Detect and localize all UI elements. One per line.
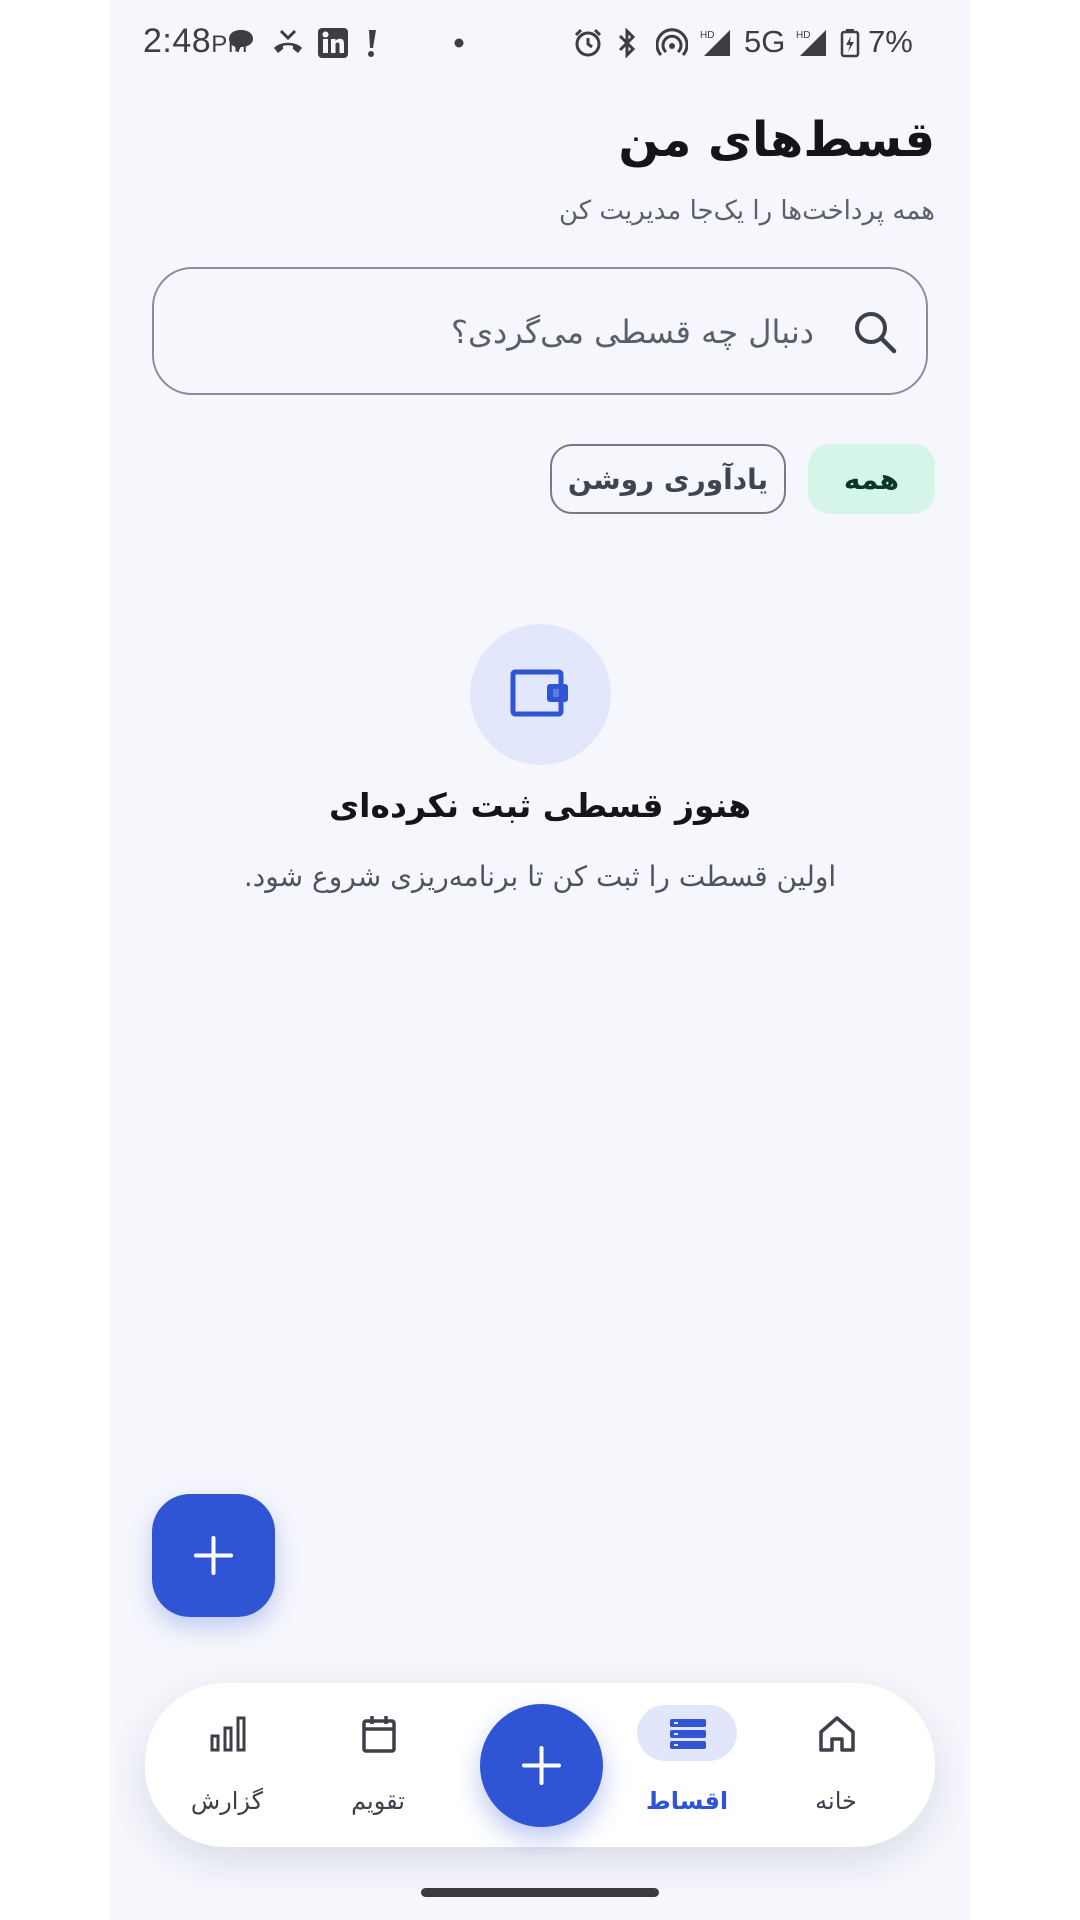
page-subtitle: همه پرداخت‌ها را یک‌جا مدیریت کن [559,196,935,226]
nav-label-installments: اقساط [645,1787,729,1815]
status-time-value: 2:48 [143,22,212,60]
nav-item-report[interactable]: گزارش [167,1683,287,1847]
signal-hd-icon: HD [796,30,826,56]
battery-charging-icon [840,29,860,58]
nav-add-button[interactable] [480,1704,603,1827]
filter-chip-reminder-on[interactable]: یادآوری روشن [550,444,786,514]
nav-item-home[interactable]: خانه [776,1683,896,1847]
chat-bubble-icon [229,30,253,52]
nav-label-calendar: تقویم [351,1787,405,1815]
nav-label-report: گزارش [190,1787,264,1815]
app-screen: 2:48PM [110,0,970,1920]
page-title: قسط‌های من [618,112,935,168]
empty-state-illustration [470,624,611,765]
list-icon [670,1719,706,1749]
bluetooth-icon [618,28,636,58]
svg-text:HD: HD [700,30,714,41]
wallet-icon [510,669,568,717]
add-installment-fab[interactable] [152,1494,275,1617]
status-bar: 2:48PM HD 5G HD 7% [110,0,970,86]
alarm-icon [574,28,602,57]
home-indicator[interactable] [421,1888,659,1897]
home-icon [819,1716,855,1752]
nav-icon-container [798,1705,874,1761]
nav-icon-container [189,1705,265,1761]
network-type: 5G [744,24,786,59]
search-box[interactable] [152,267,928,395]
nav-icon-container [340,1705,416,1761]
empty-state-description: اولین قسطت را ثبت کن تا برنامه‌ریزی شروع… [243,860,837,893]
nav-item-installments[interactable]: اقساط [627,1683,747,1847]
bottom-navigation: خانه اقساط تقویم گزارش [145,1683,935,1847]
alert-icon [368,30,376,57]
linkedin-icon [318,28,348,58]
calendar-icon [362,1716,396,1753]
search-icon[interactable] [852,309,898,355]
nav-label-home: خانه [815,1787,857,1815]
plus-icon [194,1536,233,1575]
battery-percent: 7% [868,24,913,59]
plus-icon [522,1746,561,1785]
svg-text:HD: HD [796,30,810,41]
bar-chart-icon [210,1716,246,1752]
signal-hd-icon: HD [700,30,730,56]
filter-chip-all[interactable]: همه [808,444,935,514]
nav-item-calendar[interactable]: تقویم [318,1683,438,1847]
search-input[interactable] [256,301,816,363]
nav-icon-container-active [637,1705,737,1761]
notification-dot-icon [454,38,464,48]
hotspot-icon [656,28,688,57]
empty-state-title: هنوز قسطی ثبت نکرده‌ای [328,786,752,825]
missed-call-icon [274,29,302,53]
